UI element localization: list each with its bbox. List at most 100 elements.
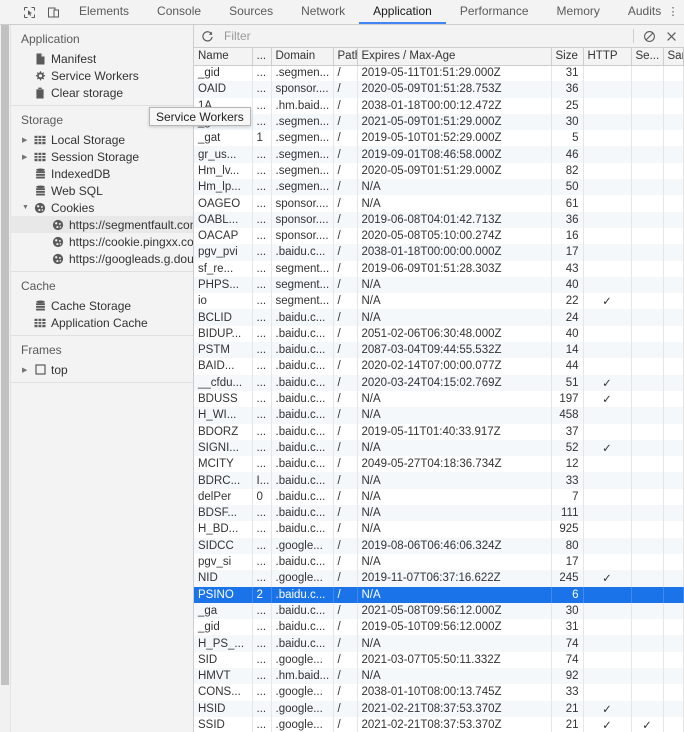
cookie-size-cell[interactable]: 82	[551, 162, 584, 180]
cookie-name-cell[interactable]: _gid	[194, 619, 253, 636]
cookie-samesite-cell[interactable]	[663, 553, 684, 571]
column-header-path[interactable]: Path▸	[333, 48, 358, 66]
cookie-domain-cell[interactable]: .baidu.c...	[271, 244, 334, 261]
cookie-httponly-cell[interactable]	[583, 423, 632, 440]
cookie-domain-cell[interactable]: .google...	[271, 651, 334, 668]
sidebar-item-local-storage[interactable]: ▶ Local Storage	[11, 131, 193, 148]
cookie-size-cell[interactable]: 31	[551, 65, 584, 82]
cookie-value-cell[interactable]: ...	[252, 537, 272, 554]
cookie-size-cell[interactable]: 5	[551, 130, 584, 147]
cookie-httponly-cell[interactable]	[583, 81, 632, 98]
cookie-secure-cell[interactable]	[631, 179, 664, 196]
cookie-secure-cell[interactable]	[631, 97, 664, 114]
cookie-domain-cell[interactable]: sponsor....	[271, 227, 334, 245]
cookie-secure-cell[interactable]	[631, 570, 664, 587]
cookie-samesite-cell[interactable]	[663, 537, 684, 554]
column-header-http[interactable]: HTTP	[583, 48, 632, 66]
cookie-name-cell[interactable]: gr_us...	[194, 146, 253, 163]
cookie-samesite-cell[interactable]	[663, 439, 684, 457]
column-header-se[interactable]: Se...	[631, 48, 664, 66]
cookie-value-cell[interactable]: ...	[252, 390, 272, 408]
cookie-secure-cell[interactable]	[631, 342, 664, 359]
cookie-expires-cell[interactable]: 2038-01-18T00:00:00.000Z	[357, 244, 552, 261]
cookie-value-cell[interactable]: ...	[252, 81, 272, 98]
cookie-expires-cell[interactable]: N/A	[357, 505, 552, 522]
sidebar-item-service-workers[interactable]: Service Workers	[11, 67, 193, 84]
cookie-size-cell[interactable]: 30	[551, 113, 584, 131]
cookie-name-cell[interactable]: NID	[194, 570, 253, 587]
cookie-value-cell[interactable]: ...	[252, 570, 272, 587]
cookie-value-cell[interactable]: 1	[252, 130, 272, 147]
table-row[interactable]: HSID... .google.../2021-02-21T08:37:53.37…	[194, 700, 684, 717]
tab-elements[interactable]: Elements	[65, 0, 143, 24]
cookie-samesite-cell[interactable]	[663, 195, 684, 212]
cookie-expires-cell[interactable]: 2021-02-21T08:37:53.370Z	[357, 700, 552, 717]
cookie-value-cell[interactable]: ...	[252, 211, 272, 228]
cookie-expires-cell[interactable]: 2020-05-09T01:51:29.000Z	[357, 162, 552, 180]
cookie-size-cell[interactable]: 44	[551, 358, 584, 375]
cookie-httponly-cell[interactable]	[583, 325, 632, 343]
cookie-secure-cell[interactable]	[631, 553, 664, 571]
table-row[interactable]: BDUSS... .baidu.c... / N/A 197 ✓	[194, 390, 684, 408]
cookie-path-cell[interactable]: /	[333, 146, 358, 163]
cookie-value-cell[interactable]: ...	[252, 423, 272, 440]
cookie-httponly-cell[interactable]: ✓	[583, 390, 632, 408]
table-row[interactable]: pgv_si... .baidu.c... / N/A 17	[194, 553, 684, 571]
inspect-element-icon[interactable]	[22, 5, 37, 20]
cookie-name-cell[interactable]: H_BD...	[194, 521, 253, 538]
cookie-secure-cell[interactable]	[631, 162, 664, 180]
tab-console[interactable]: Console	[143, 0, 215, 24]
cookie-httponly-cell[interactable]	[583, 179, 632, 196]
cookie-samesite-cell[interactable]	[663, 374, 684, 391]
cookie-size-cell[interactable]: 111	[551, 505, 584, 522]
table-row[interactable]: PSTM... .baidu.c.../2087-03-04T09:44:55.5…	[194, 342, 684, 359]
cookie-path-cell[interactable]: /	[333, 260, 358, 277]
cookie-path-cell[interactable]: /	[333, 716, 358, 732]
cookie-domain-cell[interactable]: .baidu.c...	[271, 407, 334, 424]
cookie-size-cell[interactable]: 17	[551, 553, 584, 571]
sidebar-item-manifest[interactable]: Manifest	[11, 50, 193, 67]
cookie-samesite-cell[interactable]	[663, 146, 684, 163]
cookie-path-cell[interactable]: /	[333, 195, 358, 212]
cookie-httponly-cell[interactable]	[583, 65, 632, 82]
cookie-size-cell[interactable]: 92	[551, 667, 584, 685]
chevron-right-icon[interactable]: ▶	[22, 153, 33, 161]
cookie-samesite-cell[interactable]	[663, 619, 684, 636]
cookie-name-cell[interactable]: _ga	[194, 602, 253, 620]
cookie-httponly-cell[interactable]	[583, 146, 632, 163]
cookie-samesite-cell[interactable]	[663, 130, 684, 147]
tab-application[interactable]: Application	[359, 0, 446, 24]
cookie-size-cell[interactable]: 52	[551, 439, 584, 457]
cookie-httponly-cell[interactable]	[583, 162, 632, 180]
cookie-domain-cell[interactable]: sponsor....	[271, 81, 334, 98]
cookie-domain-cell[interactable]: .hm.baid...	[271, 667, 334, 685]
cookie-size-cell[interactable]: 61	[551, 195, 584, 212]
cookie-size-cell[interactable]: 37	[551, 423, 584, 440]
cookie-domain-cell[interactable]: .baidu.c...	[271, 553, 334, 571]
cookie-samesite-cell[interactable]	[663, 309, 684, 326]
sidebar-item-web-sql[interactable]: Web SQL	[11, 182, 193, 199]
cookie-httponly-cell[interactable]	[583, 195, 632, 212]
cookie-httponly-cell[interactable]	[583, 553, 632, 571]
cookie-domain-cell[interactable]: .google...	[271, 700, 334, 717]
table-row[interactable]: pgv_pvi... .baidu.c.../2038-01-18T00:00:0…	[194, 244, 684, 261]
cookie-value-cell[interactable]: ...	[252, 244, 272, 261]
cookie-httponly-cell[interactable]	[583, 342, 632, 359]
table-row[interactable]: delPer 0 .baidu.c... / N/A 7	[194, 488, 684, 506]
cookie-path-cell[interactable]: /	[333, 700, 358, 717]
cookie-httponly-cell[interactable]	[583, 505, 632, 522]
cookie-name-cell[interactable]: OACAP	[194, 227, 253, 245]
cookie-name-cell[interactable]: BDSF...	[194, 505, 253, 522]
cookie-size-cell[interactable]: 12	[551, 456, 584, 473]
table-row[interactable]: H_BD...... .baidu.c... / N/A 925	[194, 521, 684, 538]
table-row[interactable]: SIDCC... .google.../2019-08-06T06:46:06.3…	[194, 537, 684, 554]
cookie-path-cell[interactable]: /	[333, 130, 358, 147]
cookie-name-cell[interactable]: _gat	[194, 130, 253, 147]
cookie-httponly-cell[interactable]	[583, 244, 632, 261]
cookie-expires-cell[interactable]: 2019-06-08T04:01:42.713Z	[357, 211, 552, 228]
cookie-path-cell[interactable]: /	[333, 211, 358, 228]
cookie-secure-cell[interactable]	[631, 113, 664, 131]
cookie-secure-cell[interactable]	[631, 602, 664, 620]
tab-audits[interactable]: Audits	[614, 0, 662, 24]
cookie-value-cell[interactable]: 0	[252, 488, 272, 506]
